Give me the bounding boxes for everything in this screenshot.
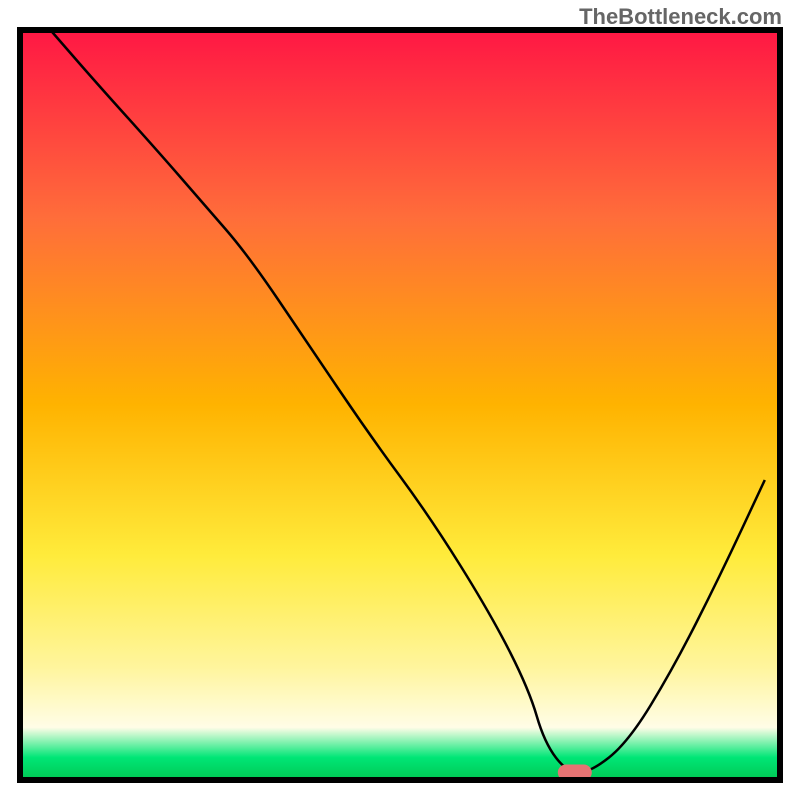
- chart-container: TheBottleneck.com: [0, 0, 800, 800]
- plot-background: [20, 30, 780, 780]
- bottleneck-chart: [0, 0, 800, 800]
- watermark-text: TheBottleneck.com: [579, 4, 782, 30]
